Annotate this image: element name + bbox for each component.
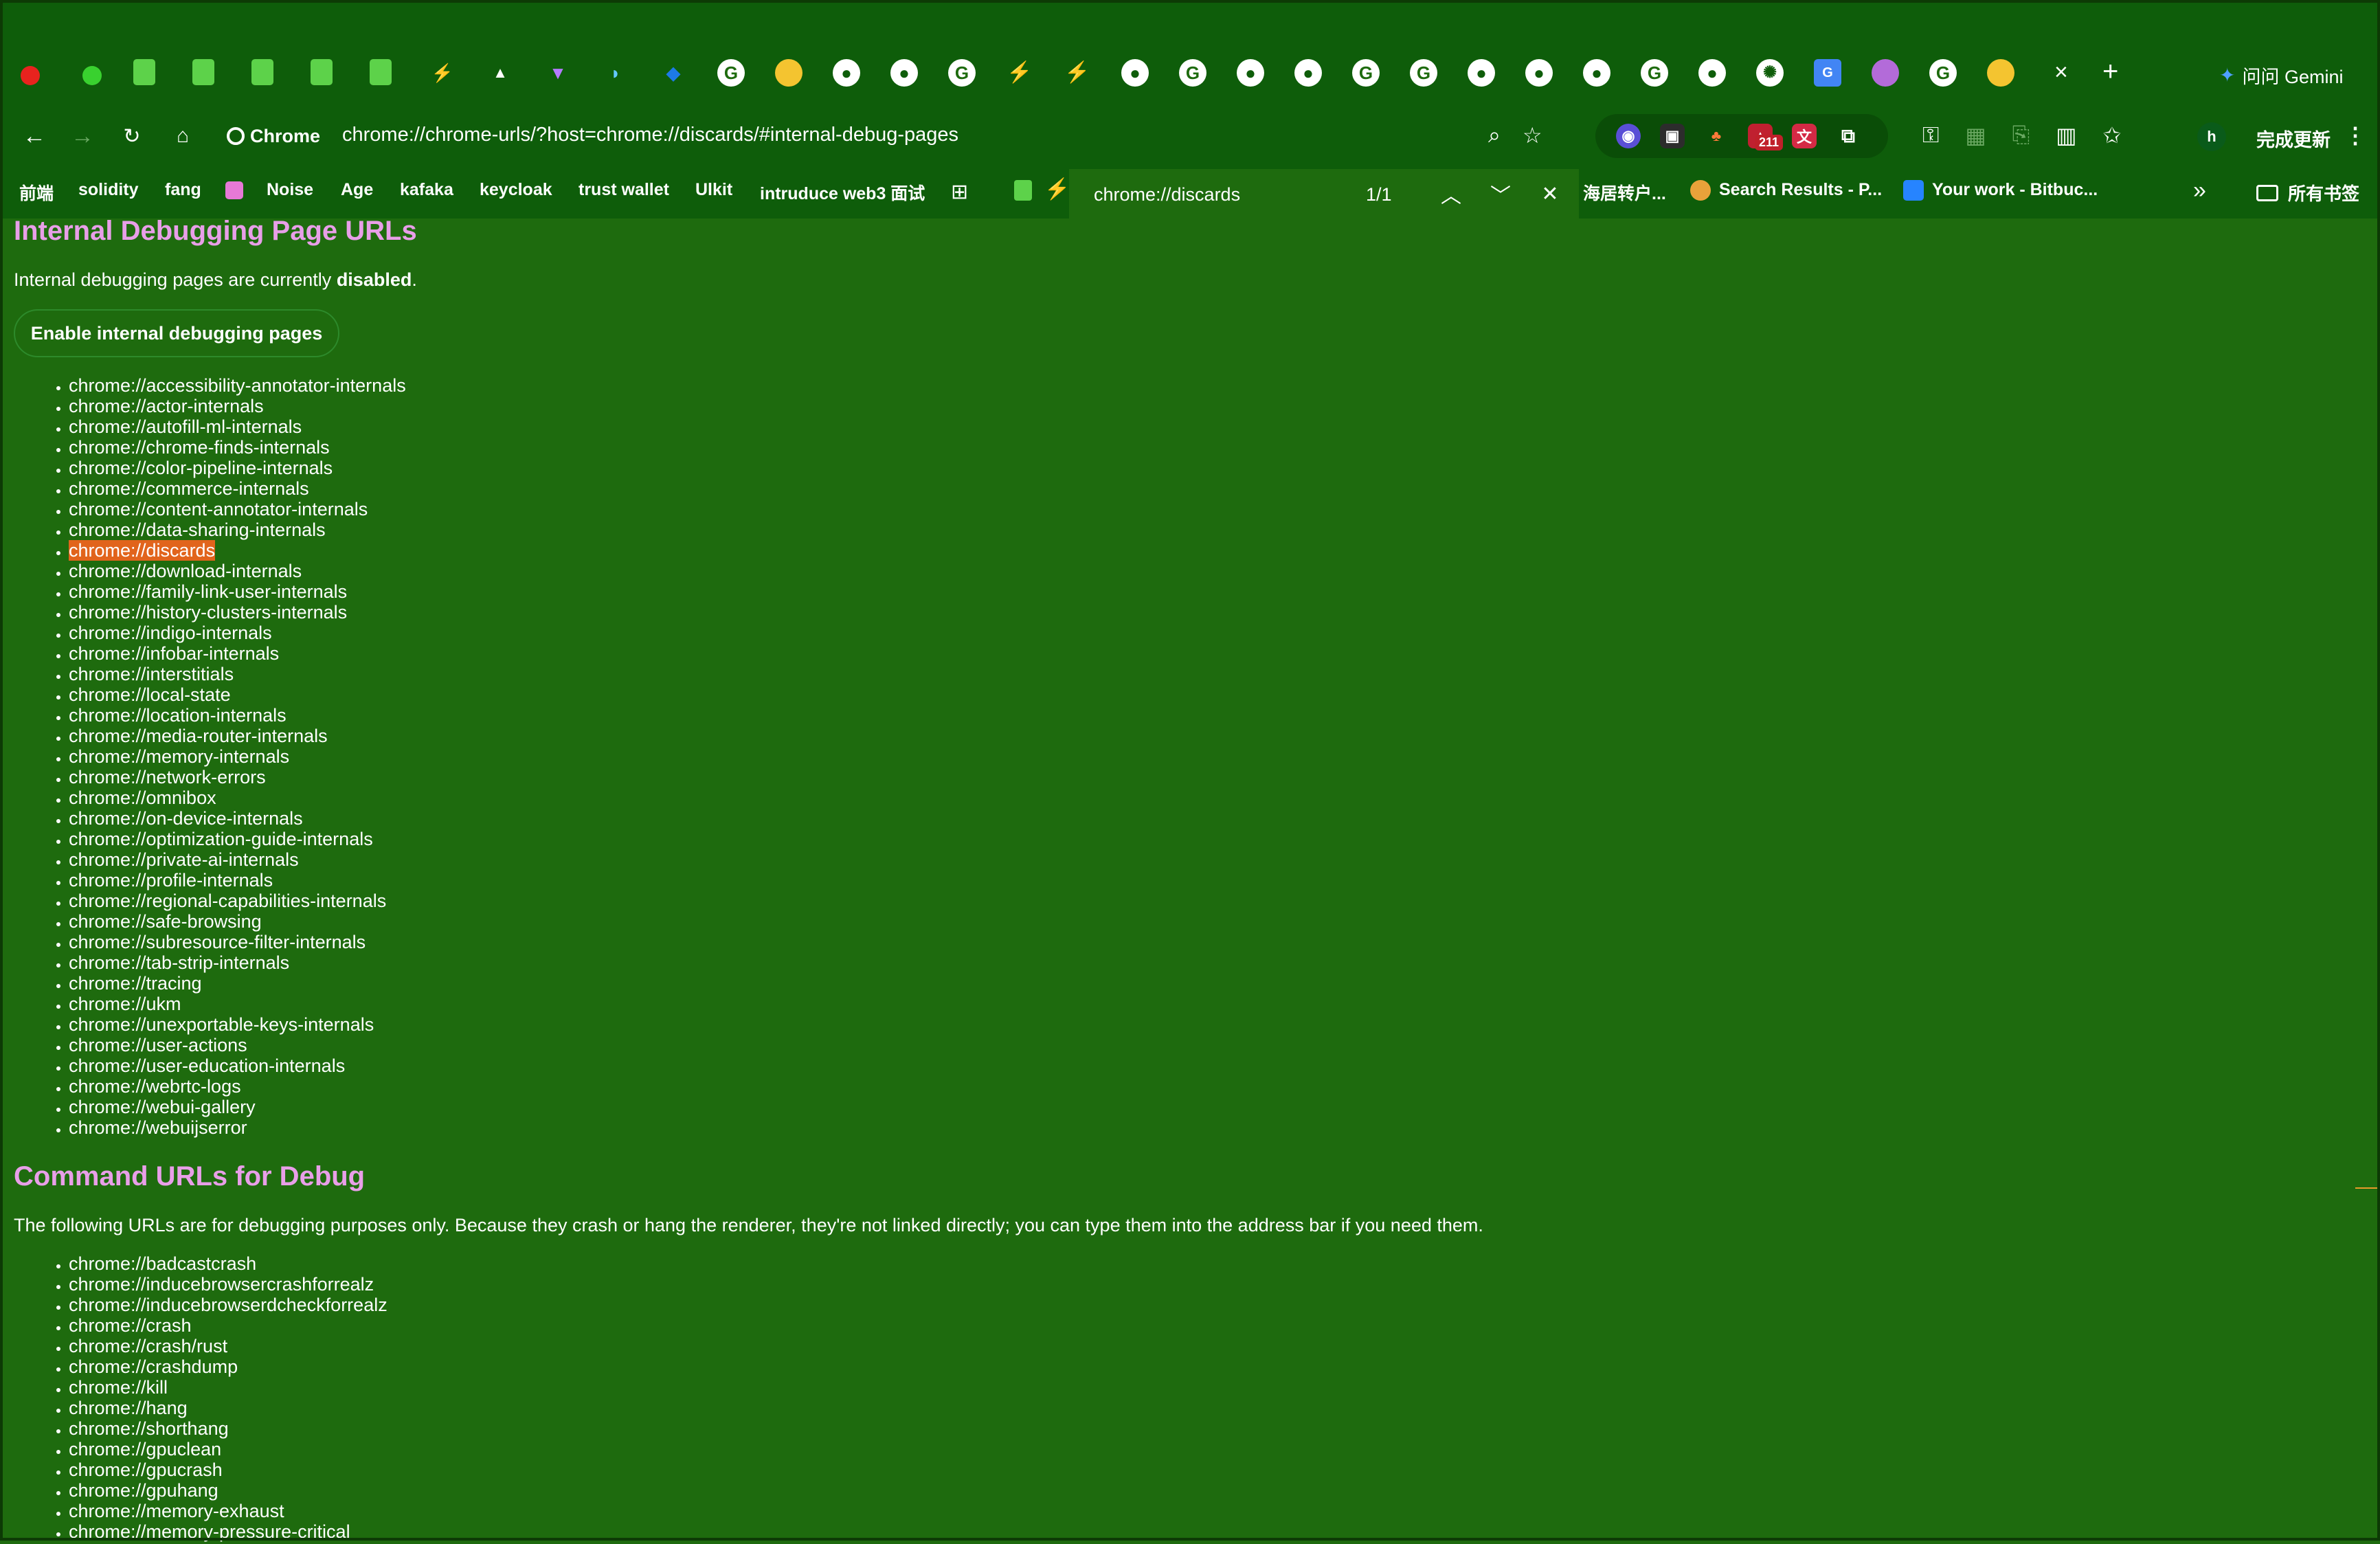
window-frame <box>0 0 2380 1541</box>
